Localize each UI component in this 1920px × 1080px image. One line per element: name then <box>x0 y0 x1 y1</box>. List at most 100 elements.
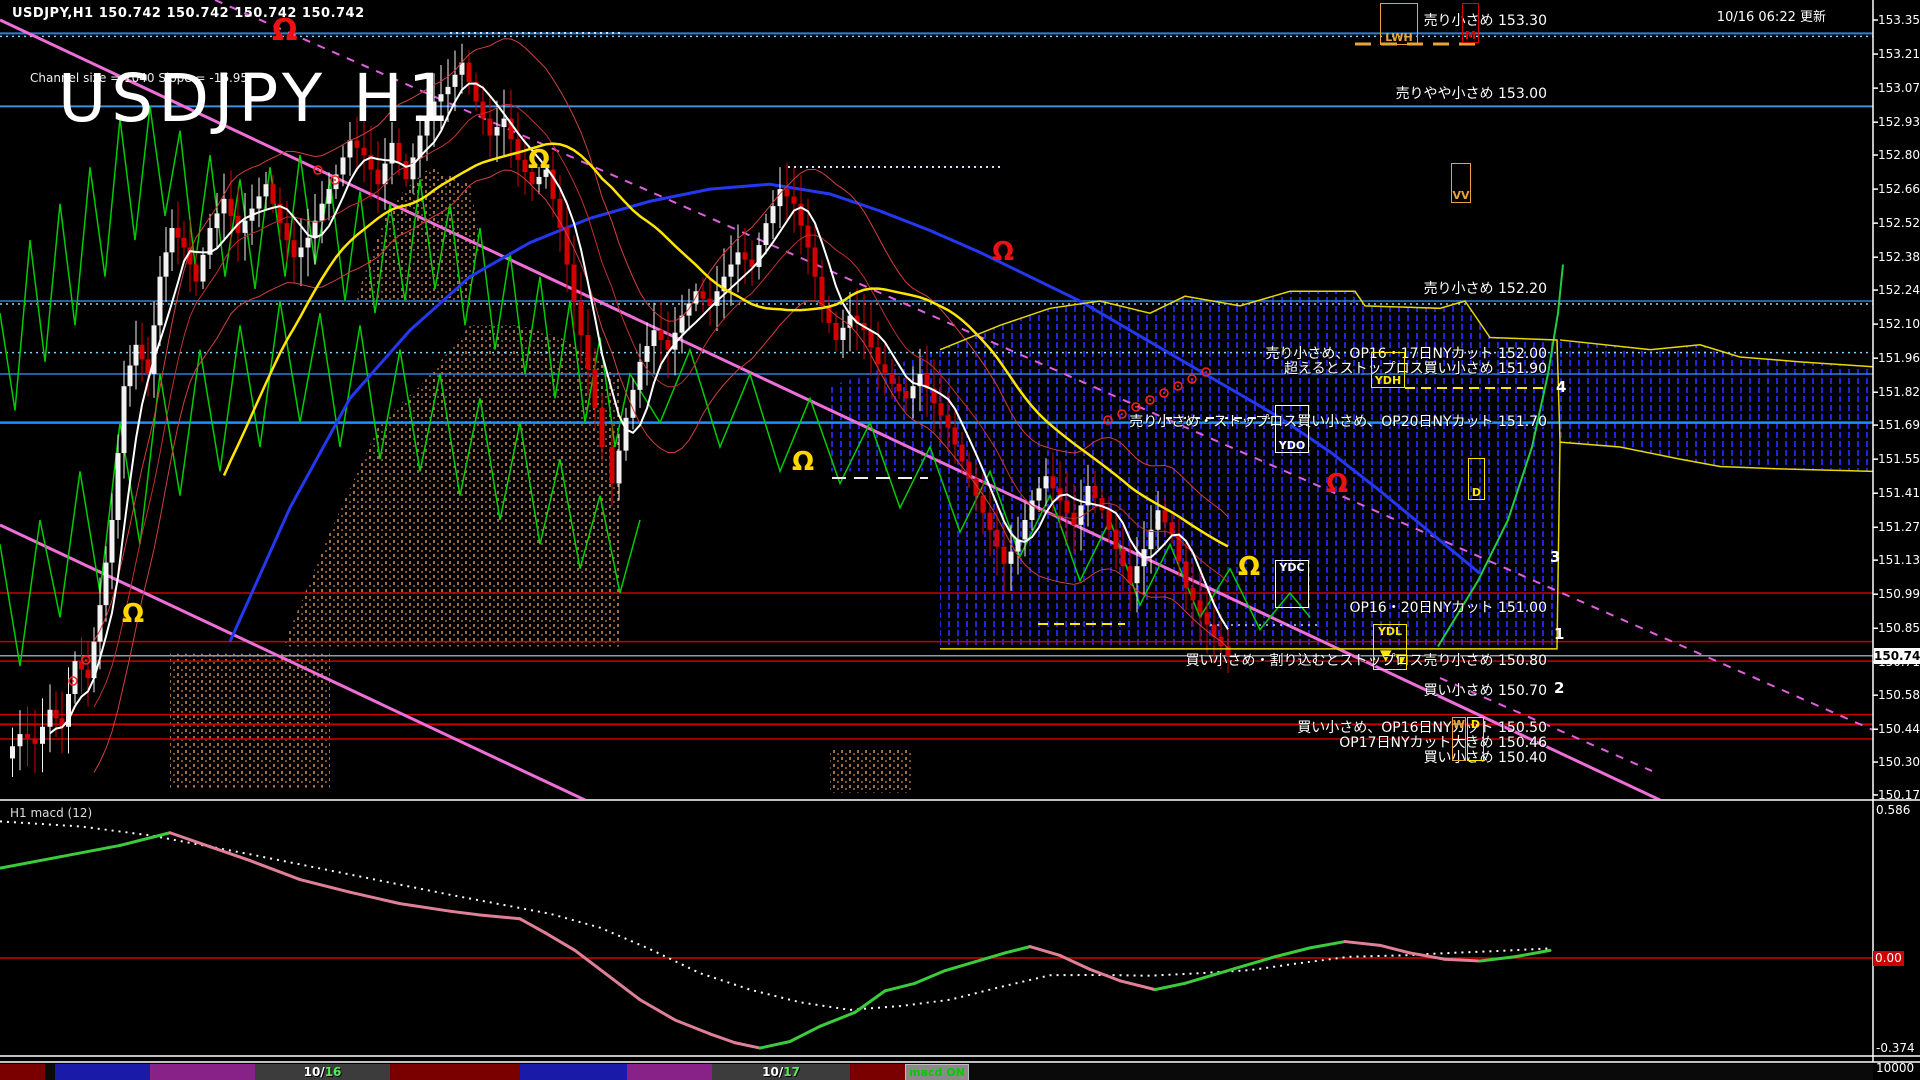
candle-body <box>1128 566 1133 583</box>
macd-main-line <box>855 991 885 1013</box>
candle-body <box>170 228 175 252</box>
macd-main-line <box>1185 974 1215 983</box>
candle-body <box>481 102 486 119</box>
price-tick-label: 150.170 <box>1878 788 1920 802</box>
candle-body <box>348 140 353 157</box>
candle-body <box>897 384 902 391</box>
candle-body <box>785 189 790 196</box>
timeline-segment[interactable] <box>390 1064 520 1080</box>
macd-main-line <box>450 911 480 915</box>
candle-body <box>376 170 381 185</box>
macd-main-line <box>1155 983 1185 989</box>
candle-body <box>736 252 741 264</box>
macd-main-line <box>520 919 545 933</box>
order-annotation: 売り小さめ・ストップロス買い小さめ、OP20日NYカット 151.70 <box>1129 411 1547 431</box>
candle-body <box>764 223 769 245</box>
macd-toggle-button[interactable]: macd ON <box>905 1064 969 1080</box>
candle-body <box>659 330 664 340</box>
signal-symbol: Ω <box>792 447 814 477</box>
chart-window: ΩΩΩΩΩΩΩ▼▼ USDJPY,H1 150.742 150.742 150.… <box>0 0 1920 1080</box>
volume-scale-label: 10000 <box>1876 1061 1914 1075</box>
price-tick-label: 152.660 <box>1878 182 1920 196</box>
marker-box-m: M <box>1462 3 1479 43</box>
candle-body <box>104 563 109 606</box>
candle-body <box>617 451 622 484</box>
candle-body <box>834 323 839 340</box>
signal-symbol: Ω <box>1238 552 1260 582</box>
candle-body <box>182 238 187 248</box>
macd-main-line <box>480 915 520 919</box>
candle-body <box>1205 612 1210 624</box>
order-annotation: 買い小さめ・割り込むとストップロス売り小さめ 150.80 <box>1186 650 1547 670</box>
candle-body <box>243 221 248 233</box>
marker-box-d: D <box>1468 458 1485 500</box>
timeline-segment[interactable] <box>0 1064 45 1080</box>
marker-box-ydh: YDH <box>1371 352 1405 388</box>
candle-body <box>299 247 304 257</box>
candle-body <box>1156 510 1161 529</box>
candle-body <box>953 428 958 445</box>
timeline-segment[interactable] <box>150 1064 255 1080</box>
macd-main-line <box>1120 981 1155 990</box>
marker-box-ydo: YDO <box>1275 405 1309 453</box>
timeline-segment[interactable] <box>520 1064 627 1080</box>
macd-zero-tag: 0.00 <box>1873 951 1904 966</box>
candle-body <box>40 727 45 744</box>
candle-body <box>1198 600 1203 612</box>
candle-body <box>1163 510 1168 522</box>
candle-body <box>939 403 944 415</box>
candle-body <box>33 739 38 744</box>
price-tick-label: 151.135 <box>1878 553 1920 567</box>
ichimoku-cloud-orange <box>355 167 480 301</box>
macd-main-line <box>1275 948 1310 957</box>
price-tick-label: 152.520 <box>1878 216 1920 230</box>
candle-body <box>1009 552 1014 564</box>
timeline-segment[interactable] <box>627 1064 712 1080</box>
update-timestamp[interactable]: 10/16 06:22 更新 <box>1717 6 1826 25</box>
candle-body <box>638 362 643 390</box>
candle-body <box>110 520 115 563</box>
macd-main-line <box>60 845 120 856</box>
channel-point-number: 2 <box>1554 679 1564 697</box>
timeline-segment[interactable]: 10/16 <box>255 1064 390 1080</box>
candle-body <box>1037 488 1042 500</box>
candle-body <box>1191 588 1196 600</box>
candle-body <box>645 346 650 362</box>
timeline-segment[interactable] <box>850 1064 905 1080</box>
candle-body <box>806 226 811 248</box>
signal-symbol: Ω <box>122 599 144 629</box>
price-tick-label: 151.825 <box>1878 385 1920 399</box>
macd-main-line <box>1515 950 1550 956</box>
candle-body <box>600 408 605 447</box>
candle-body <box>467 63 472 82</box>
marker-box-d: D <box>1467 717 1484 761</box>
candle-body <box>1065 501 1070 513</box>
date-label: 10/16 <box>304 1065 342 1079</box>
timeline-segment[interactable] <box>55 1064 150 1080</box>
candle-body <box>362 148 367 155</box>
macd-main-line <box>1090 969 1120 980</box>
signal-symbol: Ω <box>992 237 1014 267</box>
candle-body <box>229 199 234 216</box>
candle-body <box>771 206 776 223</box>
timeline-segment[interactable]: 10/17 <box>712 1064 850 1080</box>
macd-max-label: 0.586 <box>1876 803 1910 817</box>
macd-main-line <box>675 1020 710 1034</box>
macd-main-line <box>820 1012 855 1026</box>
candle-body <box>134 345 139 366</box>
candle-body <box>86 670 91 679</box>
order-annotation: 売り小さめ 152.20 <box>1424 278 1547 298</box>
candle-body <box>222 199 227 214</box>
candle-body <box>1044 476 1049 488</box>
candle-body <box>313 221 318 238</box>
order-annotation: 超えるとストップロス買い小さめ 151.90 <box>1284 358 1547 378</box>
macd-main-line <box>945 962 975 971</box>
chart-canvas[interactable]: ΩΩΩΩΩΩΩ▼▼ <box>0 0 1920 1080</box>
candle-body <box>701 291 706 298</box>
macd-main-line <box>120 833 170 846</box>
marker-box-lwh: LWH <box>1380 3 1418 45</box>
order-annotation: 買い小さめ 150.40 <box>1424 747 1547 767</box>
candle-body <box>257 196 262 208</box>
macd-main-line <box>1030 947 1060 956</box>
candle-body <box>1135 566 1140 583</box>
